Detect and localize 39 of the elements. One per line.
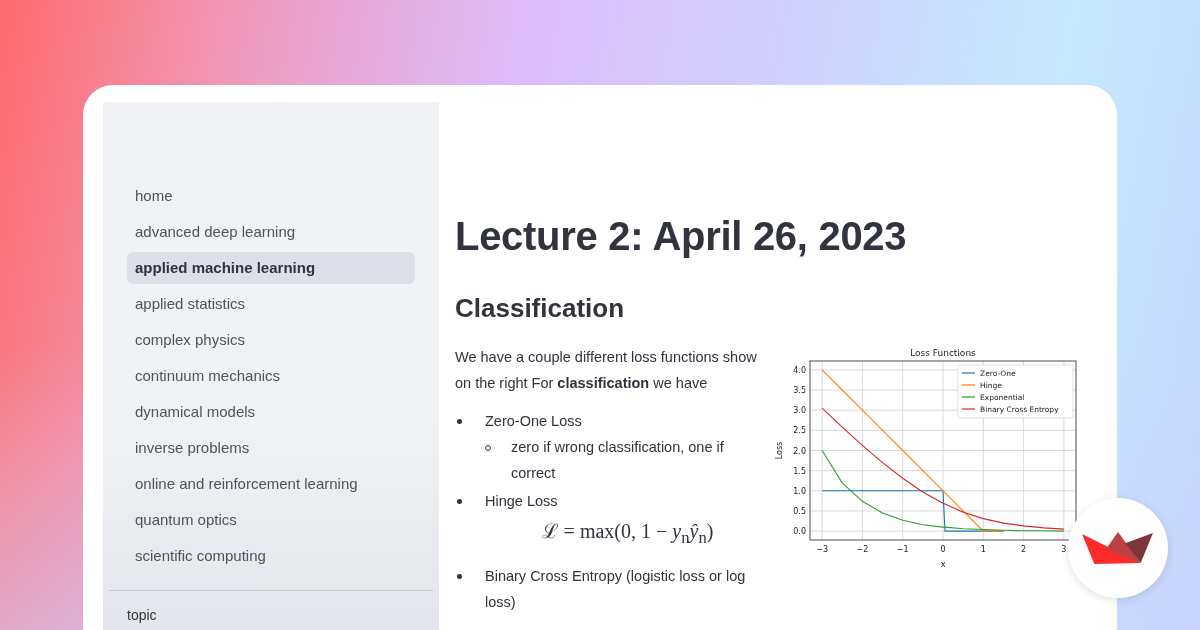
tick-label: 1.0	[793, 486, 806, 496]
tick-label: −2	[856, 545, 869, 554]
chart-title: Loss Functions	[910, 348, 976, 358]
sidebar-item[interactable]: applied statistics	[127, 288, 415, 320]
paragraph: We have a couple different loss functions show on the right For classification we have	[455, 348, 758, 393]
list-item-text: Zero-One Loss	[485, 412, 582, 431]
sidebar-item[interactable]: advanced deep learning	[127, 216, 415, 248]
sidebar-item[interactable]: scientific computing	[127, 540, 415, 572]
tick-label: 2.5	[793, 426, 806, 436]
sidebar-item[interactable]: home	[127, 180, 415, 212]
sidebar-item[interactable]: quantum optics	[127, 504, 415, 536]
page-title: Lecture 2: April 26, 2023	[455, 213, 908, 260]
sidebar-item[interactable]: applied machine learning	[127, 252, 415, 284]
sidebar-item[interactable]: online and reinforcement learning	[127, 468, 415, 500]
tick-label: 0.0	[793, 527, 806, 537]
tick-label: 3	[1061, 545, 1067, 554]
sidebar-item[interactable]: complex physics	[127, 324, 415, 356]
section-heading: Classification	[455, 292, 626, 325]
sidebar-item[interactable]: dynamical models	[127, 396, 415, 428]
tick-label: 3.5	[793, 386, 806, 396]
tick-label: 1.5	[793, 466, 806, 476]
list-item-text: zero if wrong classification, one if correct	[511, 438, 725, 483]
math-formula: ℒ = max(0, 1 − y$_{n}$ŷ$_{n}$)	[541, 519, 714, 549]
tick-label: −3	[816, 545, 828, 554]
tick-label: 4.0	[793, 365, 806, 375]
sidebar-item[interactable]: continuum mechanics	[127, 360, 415, 392]
tick-label: 3.0	[793, 406, 806, 416]
list-item-text: Hinge Loss	[485, 492, 558, 511]
tick-label: 0.5	[793, 506, 806, 516]
sidebar-item[interactable]: inverse problems	[127, 432, 415, 464]
tick-label: 2	[1021, 545, 1027, 554]
tick-label: 0	[940, 545, 946, 554]
tick-label: 1	[980, 545, 986, 554]
section-label: topic	[127, 607, 158, 624]
axis-label: Loss	[775, 441, 784, 460]
tick-label: 2.0	[793, 446, 806, 456]
list-item-text: Binary Cross Entropy (logistic loss or log loss)	[485, 567, 747, 612]
tick-label: −1	[896, 545, 909, 554]
axis-label: x	[940, 560, 946, 569]
